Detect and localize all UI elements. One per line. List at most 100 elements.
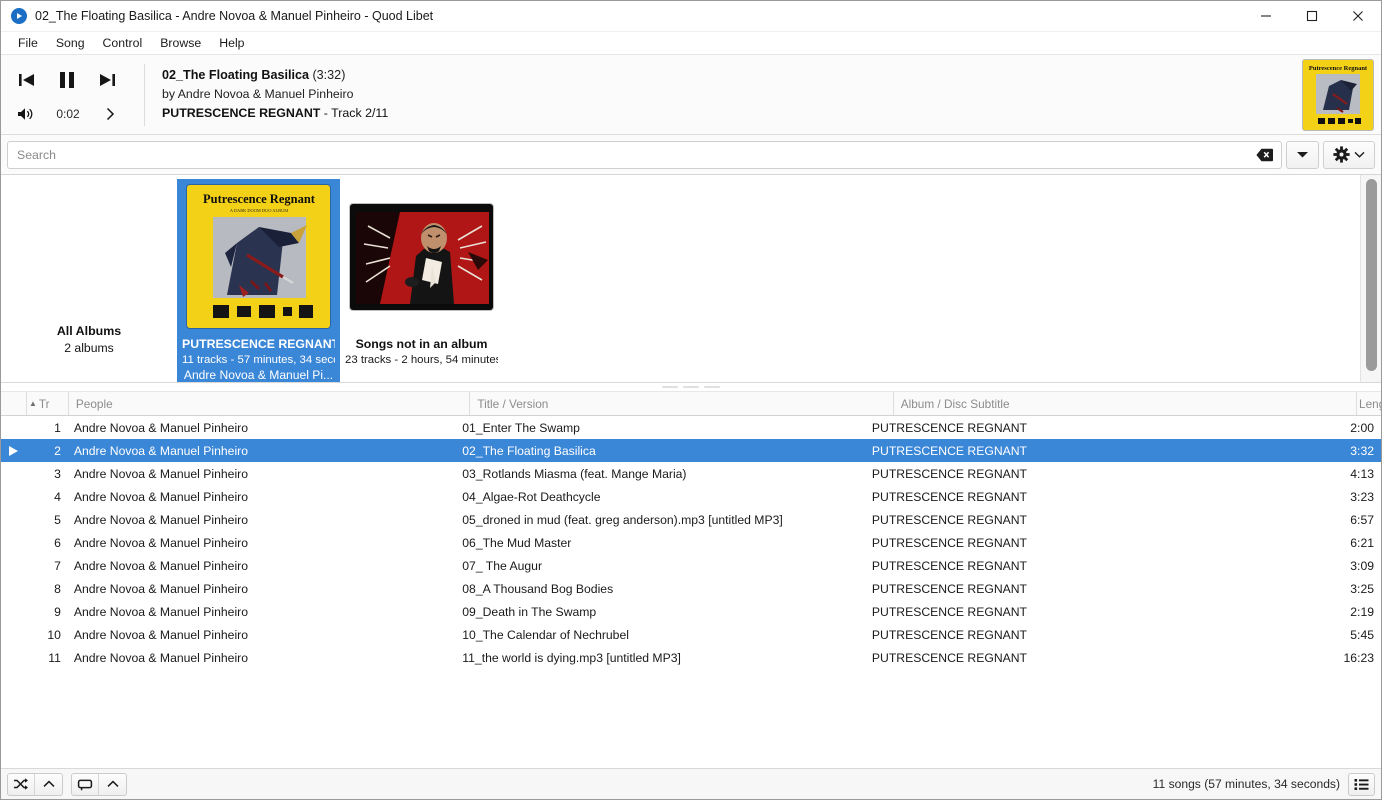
menu-bar: File Song Control Browse Help — [1, 32, 1381, 55]
elapsed-time[interactable]: 0:02 — [45, 107, 91, 121]
cell-title: 11_the world is dying.mp3 [untitled MP3] — [462, 650, 681, 665]
album-cover-wrapper — [349, 184, 494, 329]
column-header-title-label: Title / Version — [477, 396, 549, 411]
album-browser: All Albums 2 albums Putrescence Regnant … — [1, 175, 1381, 383]
table-row[interactable]: 8 Andre Novoa & Manuel Pinheiro 08_A Thous… — [1, 577, 1381, 600]
cell-title: 01_Enter The Swamp — [462, 420, 580, 435]
cell-people: Andre Novoa & Manuel Pinheiro — [73, 443, 248, 458]
menu-file[interactable]: File — [9, 34, 47, 52]
column-header-people[interactable]: People — [69, 392, 471, 415]
search-input[interactable] — [8, 141, 1251, 168]
maximize-button[interactable] — [1289, 1, 1335, 32]
svg-text:Putrescence Regnant: Putrescence Regnant — [203, 192, 316, 206]
shuffle-button[interactable] — [8, 773, 35, 795]
search-history-button[interactable] — [1286, 140, 1319, 169]
sort-ascending-icon: ▲ — [28, 398, 37, 408]
column-header-length-label: Length — [1359, 396, 1381, 411]
menu-song[interactable]: Song — [47, 34, 94, 52]
repeat-menu-button[interactable] — [99, 774, 126, 795]
pause-icon — [60, 71, 74, 88]
table-row[interactable]: 6 Andre Novoa & Manuel Pinheiro 06_The Mud… — [1, 531, 1381, 554]
cell-length: 2:00 — [1350, 420, 1375, 435]
column-header-track[interactable]: ▲ Tr — [27, 392, 69, 415]
cell-title: 10_The Calendar of Nechrubel — [462, 627, 629, 642]
column-header-album[interactable]: Album / Disc Subtitle — [894, 392, 1358, 415]
album-card-songs-not-in-an-album[interactable]: Songs not in an album 23 tracks - 2 hour… — [340, 179, 503, 372]
table-row[interactable]: 2 Andre Novoa & Manuel Pinheiro 02_The Flo… — [1, 439, 1381, 462]
seek-forward-button[interactable] — [91, 101, 129, 127]
cell-title: 08_A Thousand Bog Bodies — [462, 581, 614, 596]
now-playing-title: 02_The Floating Basilica — [162, 68, 309, 82]
album-card-all-albums[interactable]: All Albums 2 albums — [1, 179, 177, 379]
column-header-indicator[interactable] — [1, 392, 27, 415]
now-playing-by-label: by — [162, 87, 178, 101]
repeat-button-group — [71, 772, 127, 796]
gear-icon — [1333, 146, 1350, 163]
now-playing-artist: Andre Novoa & Manuel Pinheiro — [177, 87, 354, 101]
album-title: Songs not in an album — [355, 337, 488, 351]
menu-browse[interactable]: Browse — [151, 34, 210, 52]
menu-control[interactable]: Control — [94, 34, 152, 52]
table-row[interactable]: 9 Andre Novoa & Manuel Pinheiro 09_Death i… — [1, 600, 1381, 623]
svg-text:A DARK DOOM DUO ALBUM: A DARK DOOM DUO ALBUM — [230, 208, 288, 213]
cell-length: 3:23 — [1350, 489, 1375, 504]
all-albums-count: 2 albums — [64, 341, 114, 355]
search-preferences-button[interactable] — [1323, 140, 1375, 169]
album-card-putrescence-regnant[interactable]: Putrescence Regnant A DARK DOOM DUO ALBU… — [177, 179, 340, 382]
table-row[interactable]: 5 Andre Novoa & Manuel Pinheiro 05_droned … — [1, 508, 1381, 531]
column-header-people-label: People — [75, 396, 113, 411]
chevron-down-icon — [1354, 151, 1365, 158]
cell-people: Andre Novoa & Manuel Pinheiro — [73, 512, 248, 527]
cell-title: 02_The Floating Basilica — [462, 443, 596, 458]
cell-people: Andre Novoa & Manuel Pinheiro — [73, 627, 248, 642]
cell-album: PUTRESCENCE REGNANT — [871, 581, 1027, 596]
now-playing-track-position: - Track 2/11 — [320, 106, 389, 120]
title-bar: 02_The Floating Basilica - Andre Novoa &… — [1, 1, 1381, 32]
column-header-track-label: Tr — [38, 396, 50, 411]
column-header-length[interactable]: Length — [1357, 392, 1381, 415]
cell-title: 09_Death in The Swamp — [462, 604, 597, 619]
pane-splitter[interactable] — [1, 383, 1381, 392]
svg-text:Putrescence Regnant: Putrescence Regnant — [1309, 65, 1368, 72]
table-row[interactable]: 11 Andre Novoa & Manuel Pinheiro 11_the wo… — [1, 646, 1381, 669]
volume-button[interactable] — [7, 101, 45, 127]
table-row[interactable]: 1 Andre Novoa & Manuel Pinheiro 01_Enter T… — [1, 416, 1381, 439]
album-subtitle: 23 tracks - 2 hours, 54 minutes — [345, 354, 498, 366]
close-button[interactable] — [1335, 1, 1381, 32]
cell-album: PUTRESCENCE REGNANT — [871, 489, 1027, 504]
song-list: ▲ Tr People Title / Version Album / Disc… — [1, 392, 1381, 768]
cell-album: PUTRESCENCE REGNANT — [871, 604, 1027, 619]
scrollbar-thumb[interactable] — [1365, 179, 1377, 371]
next-track-button[interactable] — [87, 64, 127, 96]
repeat-button[interactable] — [72, 773, 99, 795]
app-icon — [11, 8, 27, 24]
minimize-button[interactable] — [1243, 1, 1289, 32]
cell-track: 6 — [54, 535, 61, 550]
chevron-up-icon — [106, 780, 119, 787]
column-header-title[interactable]: Title / Version — [470, 392, 894, 415]
album-browser-scrollbar[interactable] — [1360, 175, 1381, 382]
cell-title: 06_The Mud Master — [462, 535, 572, 550]
cell-track: 1 — [54, 420, 61, 435]
cell-people: Andre Novoa & Manuel Pinheiro — [73, 420, 248, 435]
table-row[interactable]: 4 Andre Novoa & Manuel Pinheiro 04_Algae-R… — [1, 485, 1381, 508]
previous-track-button[interactable] — [7, 64, 47, 96]
table-row[interactable]: 7 Andre Novoa & Manuel Pinheiro 07_ The Au… — [1, 554, 1381, 577]
next-track-icon — [100, 73, 115, 86]
shuffle-menu-button[interactable] — [35, 774, 62, 795]
pause-button[interactable] — [47, 64, 87, 96]
menu-help[interactable]: Help — [210, 34, 253, 52]
songs-not-in-album-cover — [349, 202, 494, 311]
now-playing-album-art[interactable]: Putrescence Regnant — [1302, 58, 1374, 131]
cell-track: 8 — [54, 581, 61, 596]
column-header-album-label: Album / Disc Subtitle — [900, 396, 1010, 411]
cell-title: 07_ The Augur — [462, 558, 543, 573]
cell-title: 05_droned in mud (feat. greg anderson).m… — [462, 512, 783, 527]
view-options-button[interactable] — [1348, 772, 1375, 796]
cell-length: 4:13 — [1350, 466, 1375, 481]
previous-track-icon — [19, 73, 34, 86]
table-row[interactable]: 3 Andre Novoa & Manuel Pinheiro 03_Rotland… — [1, 462, 1381, 485]
table-row[interactable]: 10 Andre Novoa & Manuel Pinheiro 10_The Ca… — [1, 623, 1381, 646]
clear-search-button[interactable] — [1251, 142, 1277, 168]
playback-controls: 0:02 — [1, 55, 144, 135]
